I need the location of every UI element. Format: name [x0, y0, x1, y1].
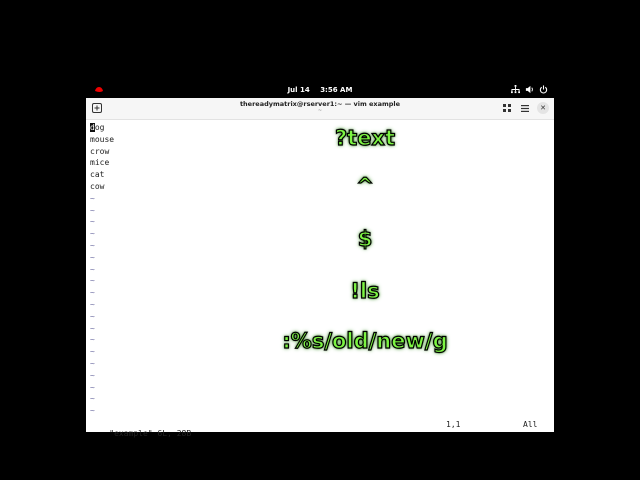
- status-scroll-position: All: [523, 420, 538, 429]
- buffer-line-1-rest: og: [94, 123, 105, 132]
- empty-line-tilde: ~: [90, 370, 95, 380]
- vim-status-line: "example" 6L, 28B 1,1 All: [90, 420, 550, 438]
- network-icon[interactable]: [511, 85, 520, 94]
- overlay-command-shell: !ls: [350, 278, 380, 303]
- status-cursor-position: 1,1: [446, 420, 461, 429]
- grid-icon: [503, 104, 511, 112]
- window-subtitle: ~: [317, 108, 323, 114]
- empty-line-tilde: ~: [90, 358, 95, 368]
- system-tray[interactable]: [511, 85, 548, 94]
- hamburger-menu-button[interactable]: [519, 102, 531, 114]
- clock-time: 3:56 AM: [320, 86, 353, 94]
- close-icon: ✕: [540, 104, 546, 112]
- gnome-top-bar: Jul 14 3:56 AM: [86, 84, 554, 98]
- empty-line-tilde: ~: [90, 394, 95, 404]
- power-icon[interactable]: [539, 85, 548, 94]
- empty-line-tilde: ~: [90, 205, 95, 215]
- status-file-info: "example" 6L, 28B: [109, 429, 192, 438]
- vim-buffer[interactable]: dog mouse crow mice cat cow ~ ~ ~ ~ ~ ~ …: [90, 122, 550, 418]
- window-titlebar[interactable]: thereadymatrix@rserver1:~ — vim example …: [86, 98, 554, 120]
- empty-line-tilde: ~: [90, 406, 95, 416]
- clock[interactable]: Jul 14 3:56 AM: [86, 86, 554, 94]
- empty-line-tilde: ~: [90, 311, 95, 321]
- overlay-command-line-start: ^: [356, 173, 375, 198]
- empty-line-tilde: ~: [90, 264, 95, 274]
- volume-icon[interactable]: [525, 85, 534, 94]
- overlay-command-line-end: $: [357, 226, 373, 251]
- overlay-command-substitute: :%s/old/new/g: [282, 328, 448, 353]
- buffer-line: mice: [90, 158, 110, 168]
- empty-line-tilde: ~: [90, 252, 95, 262]
- clock-date: Jul 14: [287, 86, 310, 94]
- hamburger-icon: [521, 104, 529, 112]
- empty-line-tilde: ~: [90, 382, 95, 392]
- window-title: thereadymatrix@rserver1:~ — vim example: [239, 100, 401, 108]
- overlay-command-search: ?text: [334, 125, 396, 150]
- close-button[interactable]: ✕: [537, 102, 549, 114]
- tab-overview-button[interactable]: [501, 102, 513, 114]
